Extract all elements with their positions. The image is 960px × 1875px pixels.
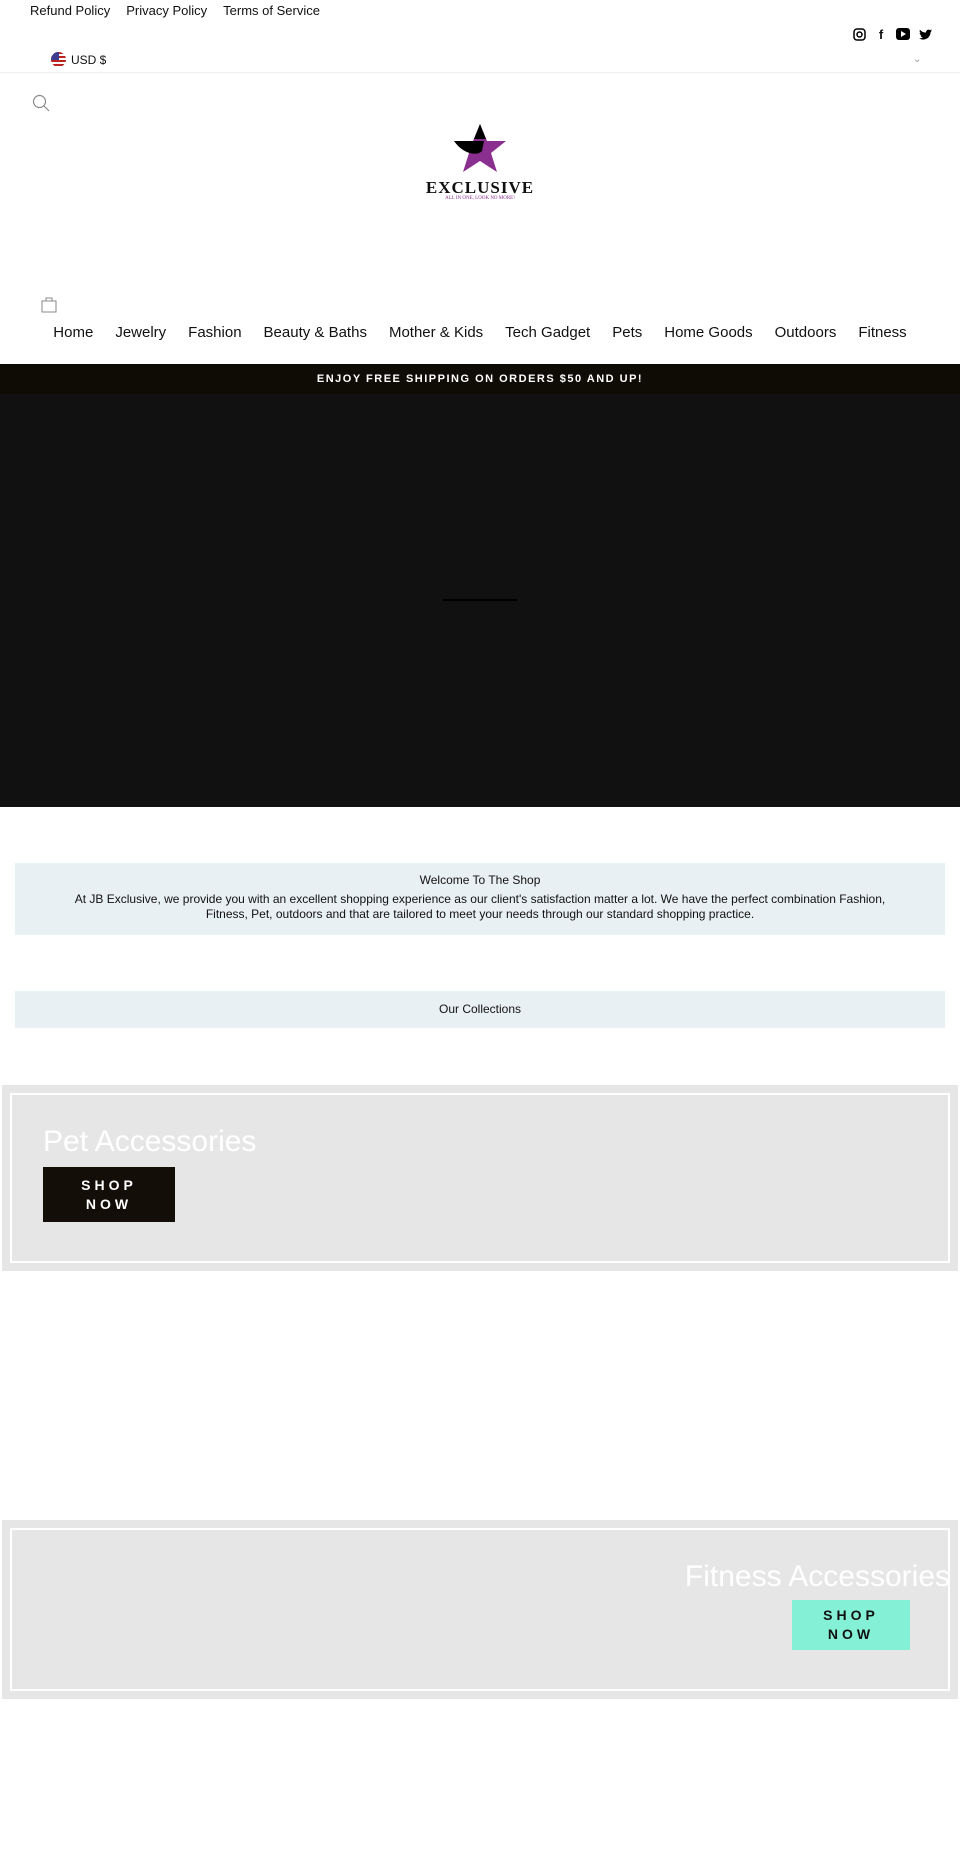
shop-now-button[interactable]: SHOP NOW	[43, 1167, 175, 1222]
currency-selector[interactable]: USD $	[51, 52, 106, 67]
shop-now-button[interactable]: SHOP NOW	[792, 1600, 910, 1650]
welcome-title: Welcome To The Shop	[419, 873, 541, 887]
promo-pet: Pet Accessories SHOP NOW	[2, 1085, 958, 1271]
chevron-down-icon[interactable]: ⌄	[913, 54, 921, 65]
logo[interactable]: EXCLUSIVE ALL IN ONE, LOOK NO MORE!	[425, 124, 535, 201]
nav-fashion[interactable]: Fashion	[188, 324, 241, 341]
main-nav: Home Jewelry Fashion Beauty & Baths Moth…	[0, 324, 960, 341]
top-links: Refund Policy Privacy Policy Terms of Se…	[30, 3, 320, 18]
welcome-body: At JB Exclusive, we provide you with an …	[74, 892, 886, 921]
facebook-icon[interactable]: f	[874, 27, 888, 42]
welcome-box: Welcome To The Shop At JB Exclusive, we …	[15, 863, 945, 935]
collections-heading: Our Collections	[15, 991, 945, 1028]
promo-title: Pet Accessories	[43, 1125, 257, 1158]
announcement-bar: ENJOY FREE SHIPPING ON ORDERS $50 AND UP…	[0, 364, 960, 394]
terms-link[interactable]: Terms of Service	[223, 3, 320, 18]
promo-title: Fitness Accessories	[684, 1560, 950, 1593]
refund-policy-link[interactable]: Refund Policy	[30, 3, 110, 18]
nav-tech-gadget[interactable]: Tech Gadget	[505, 324, 590, 341]
instagram-icon[interactable]	[852, 27, 866, 41]
nav-pets[interactable]: Pets	[612, 324, 642, 341]
nav-beauty-baths[interactable]: Beauty & Baths	[264, 324, 367, 341]
us-flag-icon	[51, 52, 66, 67]
nav-fitness[interactable]: Fitness	[858, 324, 906, 341]
logo-star-icon	[454, 124, 506, 172]
twitter-icon[interactable]	[918, 27, 932, 41]
search-icon[interactable]	[32, 94, 50, 117]
nav-home[interactable]: Home	[53, 324, 93, 341]
divider	[0, 72, 960, 73]
privacy-policy-link[interactable]: Privacy Policy	[126, 3, 207, 18]
promo-fitness: Fitness Accessories SHOP NOW	[2, 1520, 958, 1699]
logo-text: EXCLUSIVE	[425, 178, 535, 197]
nav-mother-kids[interactable]: Mother & Kids	[389, 324, 483, 341]
cart-icon[interactable]	[41, 296, 57, 318]
youtube-icon[interactable]	[896, 27, 910, 41]
loading-bar	[443, 599, 517, 601]
nav-jewelry[interactable]: Jewelry	[115, 324, 166, 341]
currency-label: USD $	[71, 52, 107, 67]
nav-home-goods[interactable]: Home Goods	[664, 324, 752, 341]
nav-outdoors[interactable]: Outdoors	[775, 324, 837, 341]
social-links: f	[852, 27, 932, 42]
